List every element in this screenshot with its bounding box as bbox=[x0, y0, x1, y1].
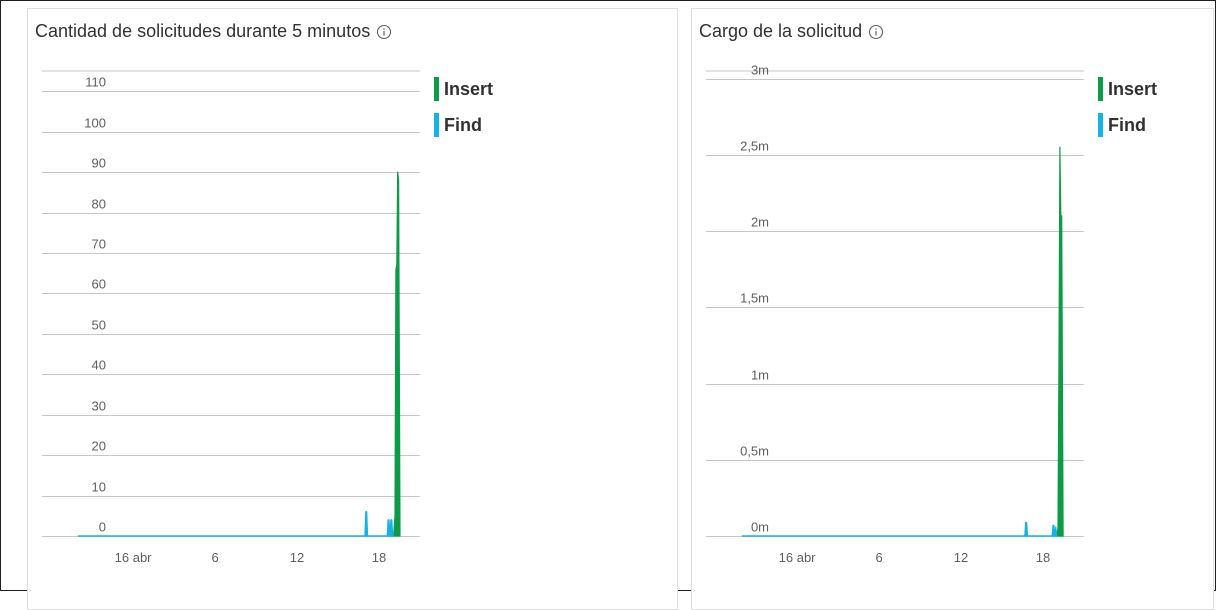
y-tick-label: 0,5m bbox=[740, 444, 769, 459]
x-tick-label: 12 bbox=[290, 550, 304, 565]
y-tick-label: 10 bbox=[92, 480, 106, 495]
y-tick-label: 50 bbox=[92, 318, 106, 333]
y-tick-label: 20 bbox=[92, 439, 106, 454]
legend-label-find: Find bbox=[1108, 114, 1146, 135]
y-tick-label: 2m bbox=[751, 215, 769, 230]
y-tick-label: 0m bbox=[751, 520, 769, 535]
dashboard-frame: Cantidad de solicitudes durante 5 minuto… bbox=[0, 0, 1216, 610]
y-tick-label: 30 bbox=[92, 399, 106, 414]
requests-chart: 0 10 20 30 40 50 60 70 80 90 100 110 16 abr 6 12 18 bbox=[42, 70, 420, 565]
x-tick-label: 16 abr bbox=[115, 550, 153, 565]
x-tick-label: 6 bbox=[211, 550, 218, 565]
series-area-insert bbox=[77, 171, 401, 537]
legend-item-insert[interactable]: Insert bbox=[434, 71, 493, 107]
y-tick-label: 70 bbox=[92, 237, 106, 252]
legend-label-insert: Insert bbox=[444, 78, 494, 99]
x-tick-label: 18 bbox=[1036, 550, 1050, 565]
y-tick-label: 40 bbox=[92, 358, 106, 373]
requests-tile: Cantidad de solicitudes durante 5 minuto… bbox=[27, 8, 678, 610]
legend-item-find[interactable]: Find bbox=[434, 107, 493, 143]
y-tick-label: 2,5m bbox=[740, 139, 769, 154]
y-tick-label: 1m bbox=[751, 368, 769, 383]
legend-swatch-find bbox=[1098, 113, 1103, 137]
requests-legend: Insert Find bbox=[434, 71, 493, 143]
y-tick-label: 110 bbox=[85, 75, 106, 90]
x-tick-label: 16 abr bbox=[779, 550, 817, 565]
charge-legend: Insert Find bbox=[1098, 71, 1157, 143]
legend-label-find: Find bbox=[444, 114, 482, 135]
legend-item-insert[interactable]: Insert bbox=[1098, 71, 1157, 107]
legend-label-insert: Insert bbox=[1108, 78, 1158, 99]
y-tick-label: 80 bbox=[92, 197, 106, 212]
y-tick-label: 1,5m bbox=[740, 291, 769, 306]
x-tick-label: 12 bbox=[954, 550, 968, 565]
x-tick-label: 18 bbox=[372, 550, 386, 565]
legend-item-find[interactable]: Find bbox=[1098, 107, 1157, 143]
series-area-find bbox=[741, 521, 1058, 537]
y-tick-label: 0 bbox=[99, 520, 106, 535]
y-tick-label: 3m bbox=[751, 63, 769, 78]
series-area-find bbox=[77, 511, 395, 537]
series-area-insert bbox=[741, 146, 1064, 537]
y-tick-label: 100 bbox=[84, 116, 106, 131]
y-tick-label: 60 bbox=[92, 277, 106, 292]
charge-tile: Cargo de la solicitud 0m 0,5m 1m 1,5m 2m 2,5m… bbox=[691, 8, 1214, 610]
legend-swatch-find bbox=[434, 113, 439, 137]
y-tick-label: 90 bbox=[92, 156, 106, 171]
legend-swatch-insert bbox=[1098, 77, 1103, 101]
legend-swatch-insert bbox=[434, 77, 439, 101]
x-tick-label: 6 bbox=[875, 550, 882, 565]
